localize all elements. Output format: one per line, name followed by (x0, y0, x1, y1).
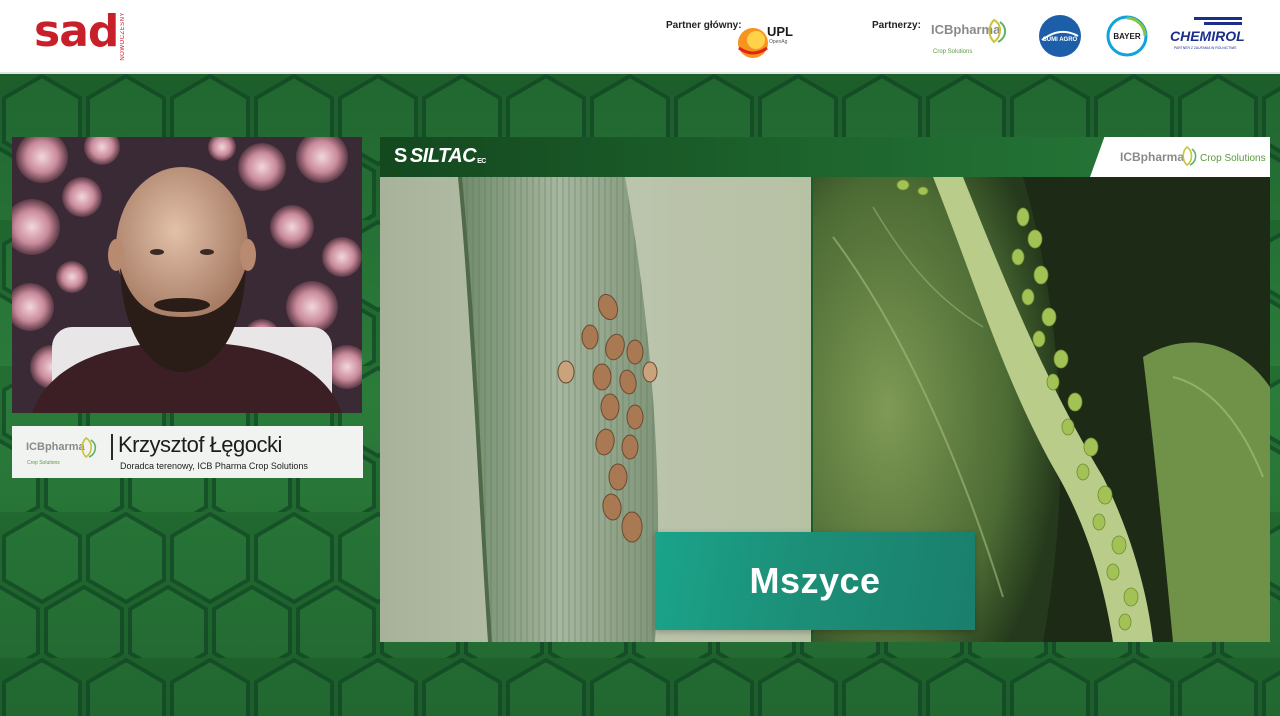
upl-logo: UPL OpenAg (738, 24, 793, 58)
lower-third-divider (111, 434, 113, 460)
sad-logo: sad NOWOCZESNY (34, 10, 126, 64)
bayer-logo-name: BAYER (1113, 32, 1140, 41)
corner-logo-name: ICBpharma (1120, 150, 1184, 164)
presentation-panel: S SILTAC EC ICBpharma Crop Solutions Msz… (380, 137, 1270, 642)
icbpharma-lower-third-logo: ICBpharma Crop Solutions (26, 437, 97, 466)
siltac-product-name: SILTAC (409, 145, 477, 167)
lower-third-logo-tagline: Crop Solutions (27, 460, 60, 466)
bayer-logo: BAYER (1106, 15, 1148, 57)
siltac-product-suffix: EC (477, 158, 486, 165)
speaker-role: Doradca terenowy, ICB Pharma Crop Soluti… (120, 461, 308, 471)
chemirol-logo: CHEMIROL PARTNER Z ZAUFANIA W ROLNICTWIE (1170, 17, 1245, 50)
icbpharma-corner-logo: ICBpharma Crop Solutions (1090, 137, 1270, 177)
sumi-agro-logo-name: SUMI AGRO (1043, 37, 1078, 43)
icbpharma-corner-logo-mark: ICBpharma Crop Solutions (1120, 146, 1266, 166)
upl-logo-tagline: OpenAg (769, 39, 788, 45)
partners-label: Partnerzy: (872, 20, 921, 31)
chemirol-logo-tagline: PARTNER Z ZAUFANIA W ROLNICTWIE (1174, 46, 1237, 50)
lower-third-logo-name: ICBpharma (26, 441, 86, 453)
icbpharma-logo-tagline: Crop Solutions (933, 49, 972, 55)
speaker-lower-third: ICBpharma Crop Solutions Krzysztof Łęgoc… (12, 426, 363, 478)
partner-header: sad NOWOCZESNY Partner główny: UPL OpenA… (0, 0, 1280, 74)
siltac-s-icon: S (394, 145, 407, 167)
speaker-video-frame (12, 137, 362, 413)
speaker-video (12, 137, 362, 413)
upl-logo-name: UPL (767, 24, 793, 39)
icbpharma-logo: ICBpharma Crop Solutions (931, 18, 1006, 55)
sad-logo-sub: NOWOCZESNY (120, 12, 127, 61)
sumi-agro-logo: SUMI AGRO (1039, 15, 1081, 57)
topic-caption: Mszyce (655, 532, 975, 630)
siltac-logo: S SILTAC EC (394, 145, 486, 168)
speaker-name: Krzysztof Łęgocki (118, 432, 282, 457)
corner-logo-tagline: Crop Solutions (1200, 153, 1266, 164)
chemirol-logo-name: CHEMIROL (1170, 28, 1245, 44)
partner-main-label: Partner główny: (666, 20, 742, 31)
sad-logo-word: sad (34, 6, 119, 57)
panel-title-bar: S SILTAC EC ICBpharma Crop Solutions (380, 137, 1270, 177)
